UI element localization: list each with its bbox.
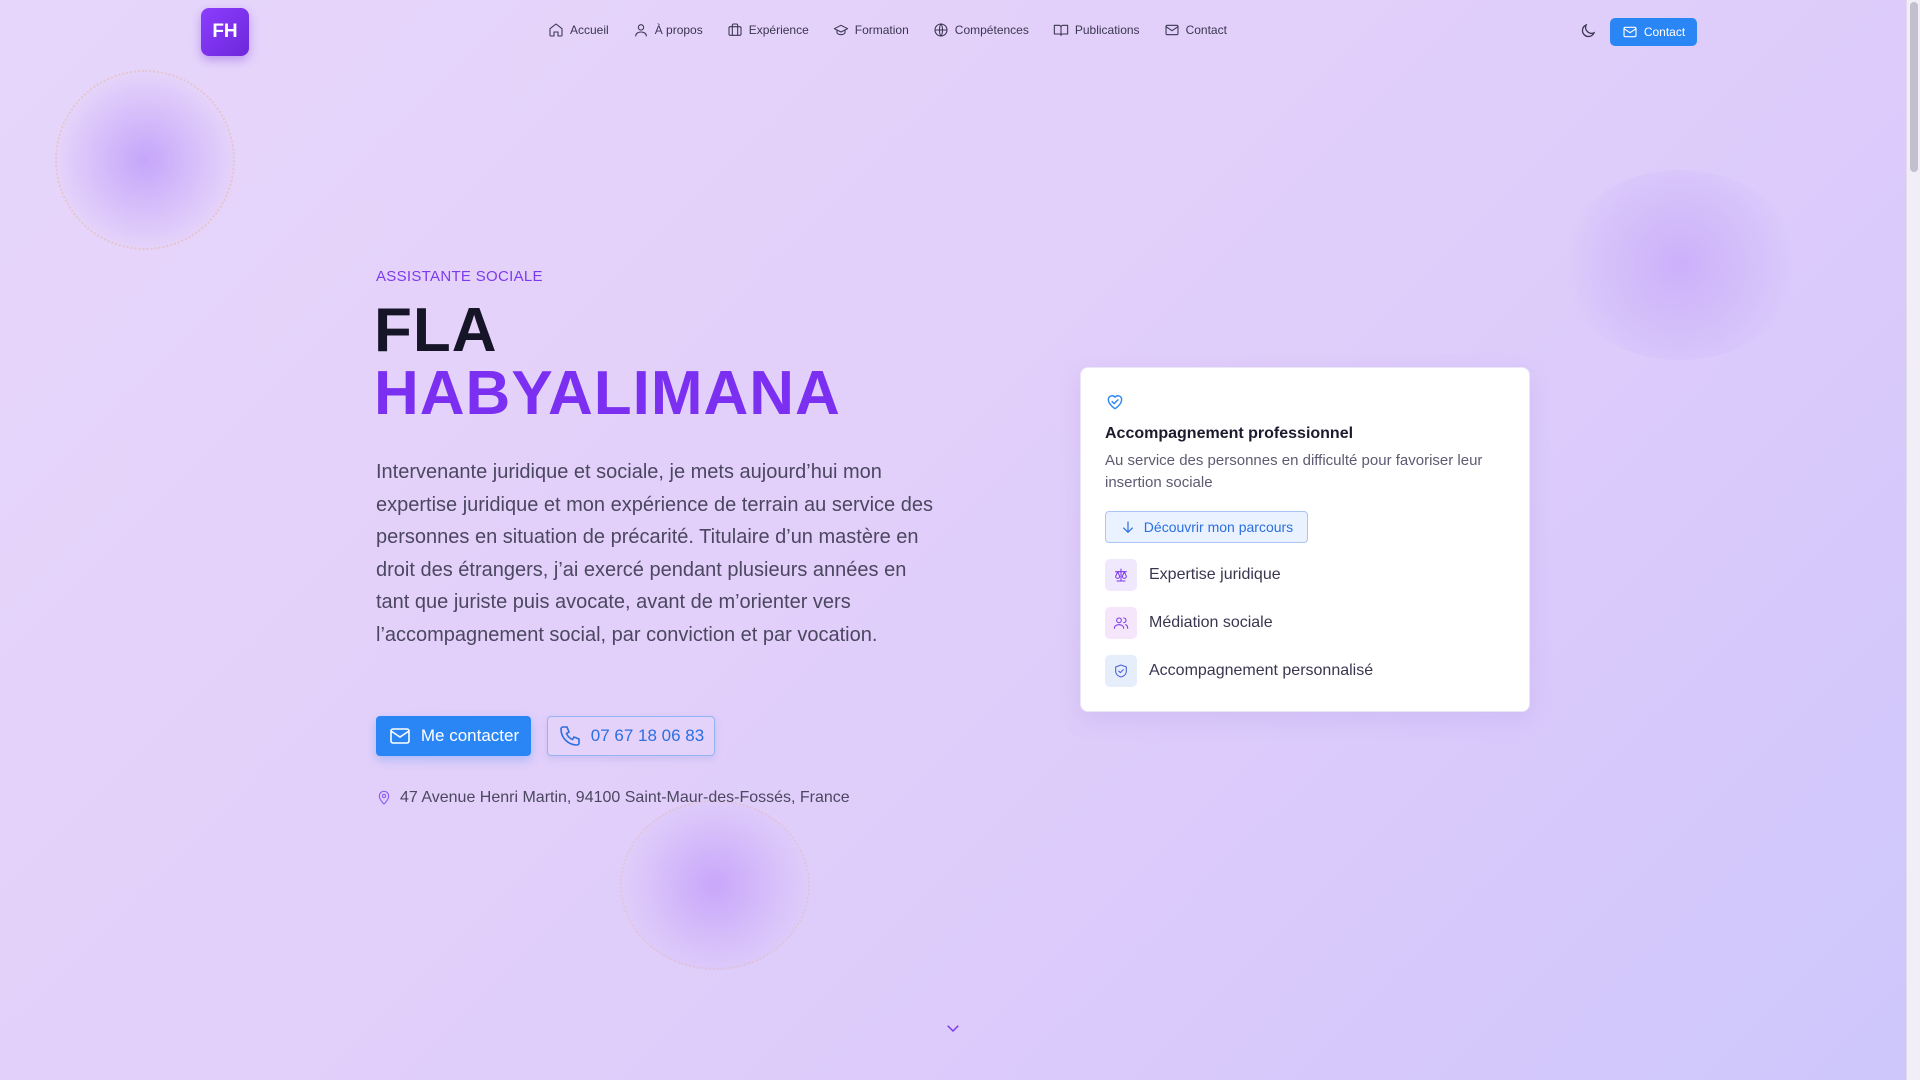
hero-last-name: HABYALIMANA [374, 359, 841, 428]
decorative-blob [1560, 170, 1800, 360]
nav-item-competences[interactable]: Compétences [933, 22, 1029, 38]
phone-icon [559, 726, 580, 746]
discover-journey-label: Découvrir mon parcours [1143, 519, 1294, 535]
card-title: Accompagnement professionnel [1105, 425, 1354, 442]
nav-item-accueil[interactable]: Accueil [548, 22, 609, 38]
nav-item-publications[interactable]: Publications [1053, 22, 1140, 38]
scrollbar-thumb[interactable] [1910, 2, 1918, 172]
contact-me-label: Me contacter [420, 726, 520, 745]
scrollbar[interactable] [1906, 0, 1920, 1080]
briefcase-icon [728, 23, 742, 36]
main-nav: Accueil À propos Expérience Formation Co… [548, 22, 1227, 38]
arrow-down-icon [1122, 521, 1133, 534]
nav-item-label: Publications [1074, 23, 1140, 37]
card-description: Au service des personnes en difficulté p… [1105, 452, 1483, 491]
nav-item-a-propos[interactable]: À propos [633, 22, 703, 38]
mail-icon [1165, 24, 1179, 36]
heart-handshake-icon [1105, 392, 1125, 412]
nav-item-label: Contact [1185, 23, 1227, 37]
hero-eyebrow: ASSISTANTE SOCIALE [376, 268, 543, 285]
nav-item-contact[interactable]: Contact [1164, 22, 1227, 38]
nav-item-label: Expérience [748, 23, 809, 37]
moon-icon [1581, 23, 1596, 38]
decorative-blob [620, 800, 810, 970]
contact-me-button[interactable]: Me contacter [376, 716, 531, 756]
feature-item: Accompagnement personnalisé [1105, 655, 1373, 687]
home-icon [549, 23, 563, 37]
nav-item-formation[interactable]: Formation [833, 22, 909, 38]
chevron-down-icon[interactable] [944, 1019, 962, 1037]
user-icon [634, 24, 647, 37]
theme-toggle-button[interactable] [1579, 22, 1599, 42]
header-contact-label: Contact [1643, 25, 1686, 39]
nav-item-label: À propos [654, 23, 703, 37]
users-icon [1105, 607, 1137, 639]
map-pin-icon [378, 790, 390, 805]
logo-initials: FH [212, 21, 238, 42]
feature-item: Expertise juridique [1105, 559, 1281, 591]
hero-first-name: FLA [374, 296, 498, 365]
graduation-cap-icon [833, 24, 848, 36]
nav-item-label: Formation [854, 23, 909, 37]
phone-button[interactable]: 07 67 18 06 83 [547, 716, 715, 756]
header-contact-button[interactable]: Contact [1610, 18, 1697, 46]
feature-item: Médiation sociale [1105, 607, 1273, 639]
nav-item-label: Compétences [954, 23, 1029, 37]
address-text: 47 Avenue Henri Martin, 94100 Saint-Maur… [400, 789, 850, 806]
globe-icon [934, 23, 948, 37]
services-card: Accompagnement professionnel Au service … [1080, 367, 1530, 712]
hero-intro: Intervenante juridique et sociale, je me… [376, 461, 933, 646]
address: 47 Avenue Henri Martin, 94100 Saint-Maur… [376, 789, 850, 807]
shield-check-icon [1105, 655, 1137, 687]
phone-label: 07 67 18 06 83 [590, 726, 705, 745]
mail-icon [390, 728, 410, 744]
mail-icon [1623, 26, 1637, 38]
decorative-blob [55, 70, 235, 250]
nav-item-experience[interactable]: Expérience [727, 22, 809, 38]
scale-icon [1105, 559, 1137, 591]
feature-label: Expertise juridique [1149, 566, 1281, 583]
book-icon [1053, 24, 1069, 36]
nav-item-label: Accueil [570, 23, 609, 37]
feature-label: Médiation sociale [1149, 614, 1273, 631]
feature-label: Accompagnement personnalisé [1149, 662, 1374, 679]
logo[interactable]: FH [201, 8, 249, 56]
discover-journey-button[interactable]: Découvrir mon parcours [1105, 511, 1308, 543]
